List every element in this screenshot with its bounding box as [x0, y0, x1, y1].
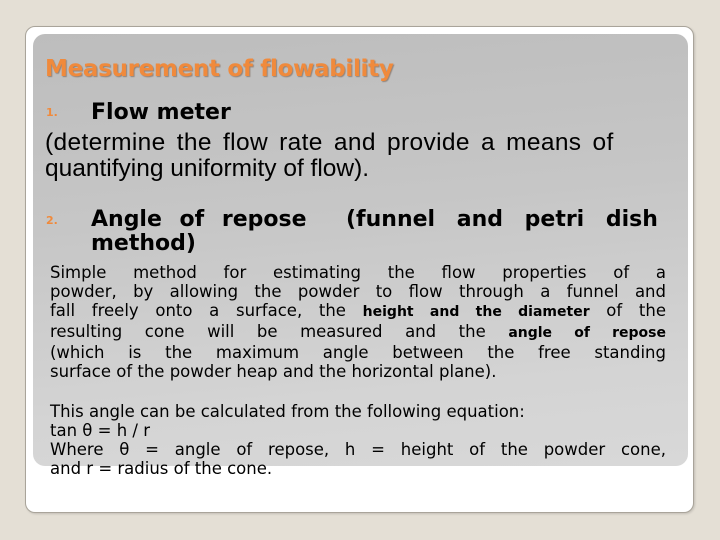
paragraph-emphasis-angle-of-repose: angle of repose — [508, 325, 666, 341]
paragraph-line-3-pre: fall freely onto a surface, the — [50, 301, 363, 320]
list-number-2: 2. — [46, 214, 58, 227]
item1-description-line1: (determine the flow rate and provide a m… — [45, 129, 614, 156]
item2-heading-part1: Angle of repose — [91, 207, 307, 232]
item2-heading-line2: method) — [91, 231, 196, 256]
equation-intro: This angle can be calculated from the fo… — [50, 402, 525, 421]
paragraph-line-3: fall freely onto a surface, the height a… — [50, 301, 666, 322]
paragraph-emphasis-height-diameter: height and the diameter — [362, 304, 590, 320]
paragraph-line-6: surface of the powder heap and the horiz… — [50, 362, 497, 381]
paragraph-line-5: (which is the maximum angle between the … — [50, 343, 666, 362]
item1-heading: Flow meter — [91, 100, 231, 125]
paragraph-line-1: Simple method for estimating the flow pr… — [50, 263, 666, 282]
item1-description-line2: quantifying uniformity of flow). — [45, 155, 370, 182]
paragraph-line-3-post: of the — [589, 301, 666, 320]
paragraph-line-4-pre: resulting cone will be measured and the — [50, 322, 509, 341]
paragraph-line-2: powder, by allowing the powder to flow t… — [50, 282, 666, 301]
paragraph-line-4: resulting cone will be measured and the … — [50, 322, 666, 343]
item2-heading-part2: (funnel and petri dish — [346, 207, 658, 232]
equation-formula: tan θ = h / r — [50, 421, 150, 440]
equation-definition-line2: and r = radius of the cone. — [50, 459, 273, 478]
slide-title: Measurement of flowability — [45, 56, 394, 82]
item2-paragraph: Simple method for estimating the flow pr… — [50, 263, 666, 381]
equation-definition-line1: Where θ = angle of repose, h = height of… — [50, 440, 666, 459]
list-number-1: 1. — [46, 106, 58, 119]
equation-block: This angle can be calculated from the fo… — [50, 402, 666, 478]
